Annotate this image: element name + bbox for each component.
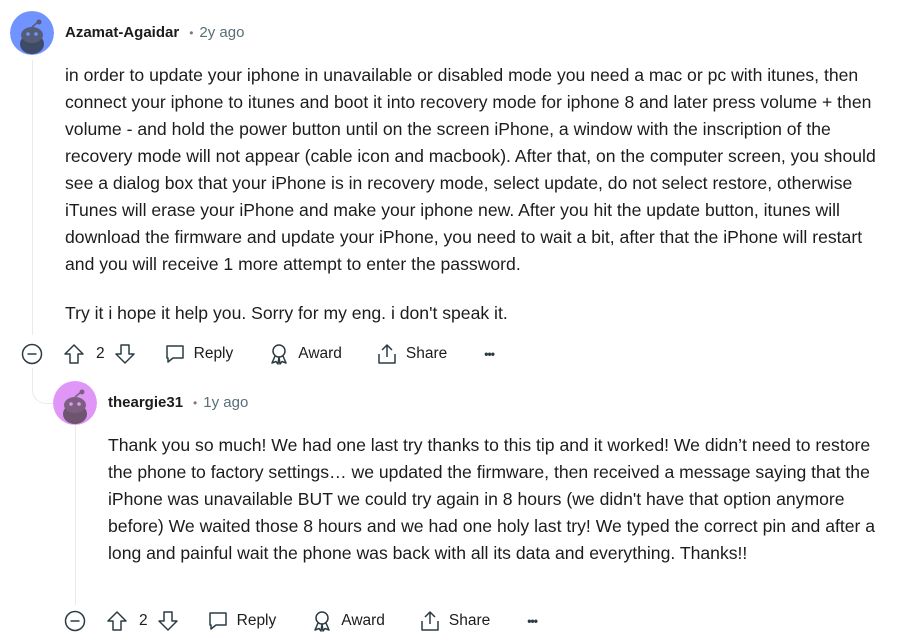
award-label: Award [298, 345, 342, 362]
upvote-icon [64, 344, 84, 364]
comment-actions: 2 Reply Award Share ••• [21, 339, 495, 369]
collapse-button[interactable] [64, 610, 86, 632]
thread-line [75, 425, 76, 605]
reply-label: Reply [193, 345, 234, 362]
avatar[interactable] [10, 11, 54, 55]
downvote-icon [157, 611, 178, 631]
share-button[interactable]: Share [419, 610, 490, 632]
vote-score: 2 [139, 612, 148, 629]
comment-paragraph: in order to update your iphone in unavai… [65, 65, 876, 274]
reply-label: Reply [236, 612, 277, 629]
downvote-button[interactable] [157, 610, 179, 632]
timestamp[interactable]: 1y ago [203, 394, 248, 411]
comment-icon [165, 345, 184, 363]
upvote-icon [107, 611, 127, 631]
share-label: Share [405, 345, 448, 362]
author-name[interactable]: Azamat-Agaidar [65, 24, 179, 41]
award-icon [271, 344, 288, 365]
collapse-icon [21, 343, 43, 365]
share-icon [421, 611, 439, 631]
comment-body: Thank you so much! We had one last try t… [108, 432, 893, 567]
avatar[interactable] [53, 381, 97, 425]
comment-paragraph: Thank you so much! We had one last try t… [108, 435, 876, 563]
award-label: Award [341, 612, 385, 629]
comment-meta: Azamat-Agaidar • 2y ago [65, 24, 244, 41]
more-options-button[interactable]: ••• [527, 614, 538, 628]
collapse-icon [64, 610, 86, 632]
meta-separator: • [189, 25, 194, 40]
vote-score: 2 [96, 345, 105, 362]
share-button[interactable]: Share [376, 343, 447, 365]
share-icon [378, 344, 396, 364]
award-button[interactable]: Award [268, 343, 342, 365]
author-name[interactable]: theargie31 [108, 394, 183, 411]
collapse-button[interactable] [21, 343, 43, 365]
comment-paragraph: Try it i hope it help you. Sorry for my … [65, 303, 508, 323]
upvote-button[interactable] [106, 610, 128, 632]
snoo-avatar-icon [53, 381, 97, 425]
downvote-icon [114, 344, 135, 364]
reply-button[interactable]: Reply [207, 610, 277, 632]
comment-icon [208, 612, 227, 630]
upvote-button[interactable] [63, 343, 85, 365]
comment-body: in order to update your iphone in unavai… [65, 62, 895, 327]
more-options-button[interactable]: ••• [484, 347, 495, 361]
reply-button[interactable]: Reply [164, 343, 234, 365]
thread-connector [32, 368, 55, 404]
comment-meta: theargie31 • 1y ago [108, 394, 248, 411]
award-button[interactable]: Award [311, 610, 385, 632]
share-label: Share [448, 612, 491, 629]
timestamp[interactable]: 2y ago [199, 24, 244, 41]
thread-line [32, 60, 33, 335]
comment-actions: 2 Reply Award Share ••• [64, 606, 538, 636]
meta-separator: • [193, 395, 198, 410]
snoo-avatar-icon [10, 11, 54, 55]
downvote-button[interactable] [114, 343, 136, 365]
award-icon [314, 611, 331, 632]
